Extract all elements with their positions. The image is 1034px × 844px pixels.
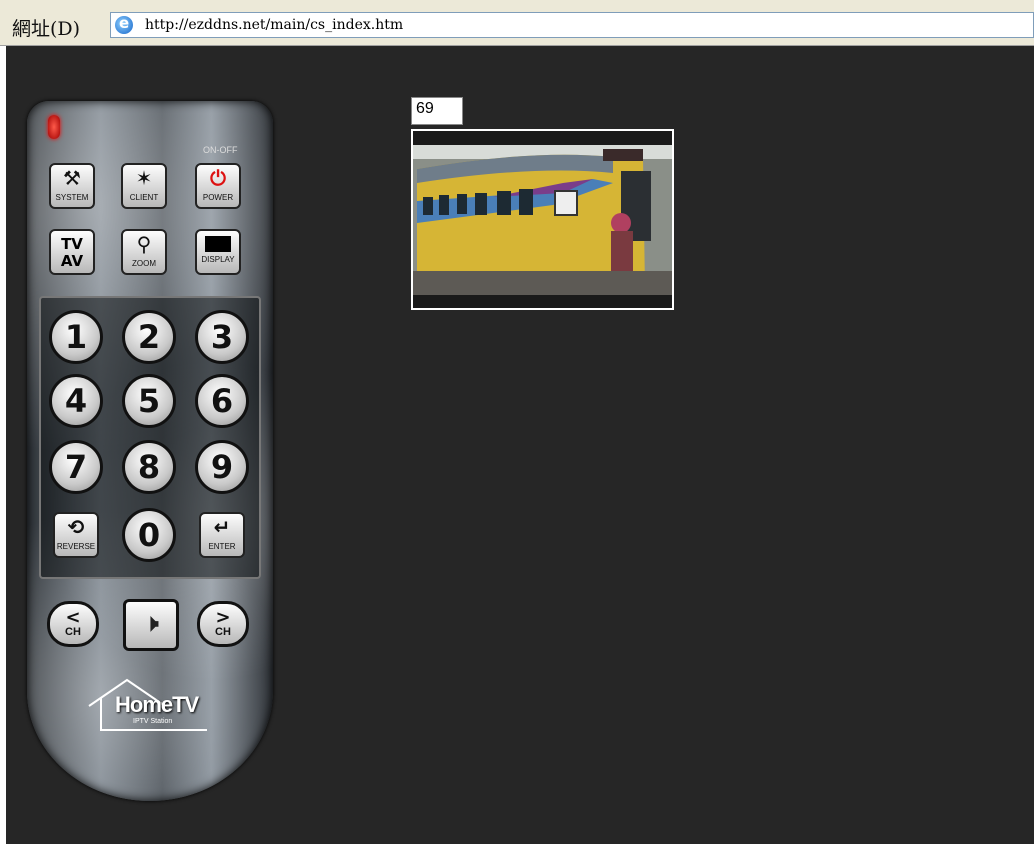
mute-button[interactable]: 🕨 (123, 599, 179, 651)
tools-icon: ⚒ (63, 166, 81, 190)
reverse-button[interactable]: ⟲ REVERSE (53, 512, 99, 558)
channel-up-button[interactable]: > CH (197, 601, 249, 647)
window-left-border (0, 46, 6, 844)
client-icon: ✶ (135, 166, 153, 190)
on-off-label: ON-OFF (203, 145, 238, 155)
tv-label: TV (61, 235, 83, 253)
logo-subtext: IPTV Station (133, 718, 173, 725)
power-button[interactable]: ⏻ POWER (195, 163, 241, 209)
digit-4-button[interactable]: 4 (49, 374, 103, 428)
video-preview[interactable] (411, 129, 674, 310)
address-input[interactable]: http://ezddns.net/main/cs_index.htm (110, 12, 1034, 38)
digit-6-button[interactable]: 6 (195, 374, 249, 428)
digit-9-button[interactable]: 9 (195, 440, 249, 494)
client-button[interactable]: ✶ CLIENT (121, 163, 167, 209)
zoom-label: ZOOM (132, 259, 156, 268)
reverse-label: REVERSE (56, 542, 96, 551)
chevron-right-icon: > (215, 607, 231, 628)
ie-page-icon (115, 14, 133, 34)
digit-0-button[interactable]: 0 (122, 508, 176, 562)
ch-up-label: CH (215, 626, 231, 638)
remote-control: ON-OFF ⚒ SYSTEM ✶ CLIENT ⏻ POWER TV AV ⚲… (27, 101, 273, 801)
zoom-icon: ⚲ (136, 232, 152, 256)
display-button[interactable]: DISPLAY (195, 229, 241, 275)
digit-8-button[interactable]: 8 (122, 440, 176, 494)
digit-3-button[interactable]: 3 (195, 310, 249, 364)
channel-number-field[interactable]: 69 (411, 97, 463, 125)
power-label: POWER (202, 193, 234, 202)
address-label: 網址(D) (12, 18, 81, 40)
numpad: 1 2 3 4 5 6 7 8 9 ⟲ REVERSE 0 ↵ ENTER (39, 296, 261, 579)
power-icon: ⏻ (210, 166, 226, 190)
zoom-button[interactable]: ⚲ ZOOM (121, 229, 167, 275)
power-led-icon (48, 115, 60, 139)
logo-text: HomeTV (115, 692, 199, 717)
av-label: AV (60, 252, 84, 270)
system-label: SYSTEM (55, 193, 89, 202)
address-bar: 網址(D) http://ezddns.net/main/cs_index.ht… (0, 0, 1034, 46)
video-frame-train-image (413, 131, 672, 308)
enter-label: ENTER (208, 542, 236, 551)
digit-5-button[interactable]: 5 (122, 374, 176, 428)
address-url[interactable]: http://ezddns.net/main/cs_index.htm (145, 17, 403, 33)
display-icon (205, 236, 231, 252)
hometv-logo: HomeTV IPTV Station (87, 676, 217, 736)
digit-2-button[interactable]: 2 (122, 310, 176, 364)
digit-1-button[interactable]: 1 (49, 310, 103, 364)
digit-7-button[interactable]: 7 (49, 440, 103, 494)
display-label: DISPLAY (201, 255, 235, 264)
speaker-icon: 🕨 (142, 609, 160, 639)
tv-av-button[interactable]: TV AV (49, 229, 95, 275)
chevron-left-icon: < (65, 607, 81, 628)
enter-button[interactable]: ↵ ENTER (199, 512, 245, 558)
system-button[interactable]: ⚒ SYSTEM (49, 163, 95, 209)
client-label: CLIENT (129, 193, 159, 202)
channel-down-button[interactable]: < CH (47, 601, 99, 647)
ch-down-label: CH (65, 626, 81, 638)
reverse-icon: ⟲ (67, 515, 85, 539)
enter-icon: ↵ (213, 515, 231, 539)
